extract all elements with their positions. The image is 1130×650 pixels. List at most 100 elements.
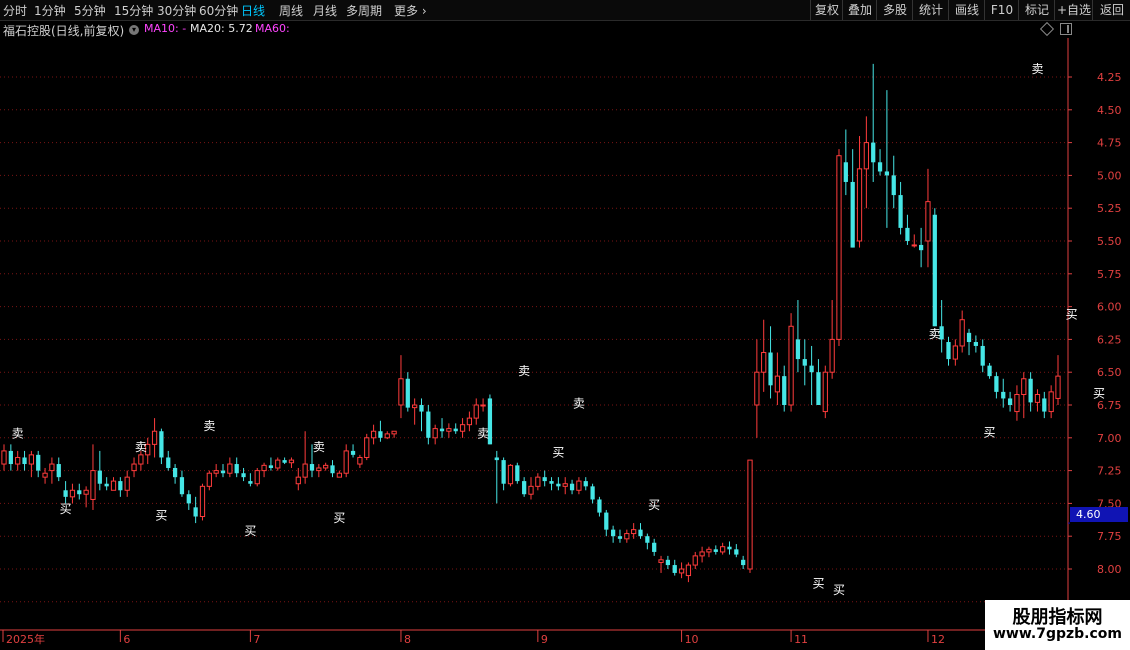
candle-body bbox=[159, 431, 164, 458]
buy-signal: 买 bbox=[552, 445, 564, 459]
candle-body bbox=[658, 559, 664, 563]
candle-body bbox=[357, 456, 363, 465]
candle-body bbox=[275, 459, 281, 469]
candle-body bbox=[747, 459, 753, 570]
y-tick-label: 5.50 bbox=[1097, 235, 1122, 248]
candle-body bbox=[973, 342, 978, 346]
candle-body bbox=[118, 481, 123, 491]
candle-body bbox=[638, 529, 643, 537]
candle-body bbox=[405, 378, 410, 408]
candle-body bbox=[528, 485, 534, 495]
candle-body bbox=[556, 483, 561, 487]
y-tick-label: 4.75 bbox=[1097, 137, 1122, 150]
candle-body bbox=[213, 470, 219, 474]
y-tick-label: 6.25 bbox=[1097, 333, 1122, 346]
y-tick-label: 5.75 bbox=[1097, 268, 1122, 281]
candle-body bbox=[186, 494, 191, 504]
candle-body bbox=[685, 564, 692, 577]
x-tick-label: 9 bbox=[541, 633, 548, 646]
candle-body bbox=[63, 490, 68, 497]
candle-body bbox=[501, 460, 506, 484]
candle-body bbox=[754, 371, 760, 406]
candle-body bbox=[1001, 391, 1006, 399]
candle-body bbox=[466, 417, 473, 426]
candle-body bbox=[83, 489, 89, 495]
buy-signal: 买 bbox=[1066, 308, 1078, 322]
candle-body bbox=[316, 467, 322, 472]
candle-body bbox=[590, 486, 595, 500]
candle-body bbox=[672, 565, 677, 573]
candle-body bbox=[959, 319, 965, 347]
candle-body bbox=[535, 476, 541, 487]
buy-signal: 买 bbox=[60, 502, 72, 516]
current-price-tag: 4.60 bbox=[1070, 507, 1128, 522]
candle-body bbox=[248, 481, 253, 484]
candle-body bbox=[446, 428, 452, 432]
candle-body bbox=[768, 352, 773, 386]
candle-body bbox=[288, 459, 295, 464]
x-tick-label: 10 bbox=[685, 633, 699, 646]
candle-body bbox=[42, 472, 48, 478]
candle-body bbox=[891, 175, 896, 196]
candle-body bbox=[254, 470, 260, 485]
y-tick-label: 4.50 bbox=[1097, 104, 1122, 117]
x-tick-label: 2025年 bbox=[6, 632, 45, 646]
candle-body bbox=[850, 181, 855, 248]
candle-body bbox=[611, 529, 616, 537]
candle-body bbox=[569, 483, 575, 491]
candle-body bbox=[398, 378, 404, 406]
candle-body bbox=[734, 549, 739, 555]
candle-body bbox=[22, 457, 27, 465]
candle-body bbox=[788, 325, 794, 406]
candle-body bbox=[761, 352, 767, 373]
candle-body bbox=[241, 473, 246, 478]
candle-body bbox=[583, 481, 588, 487]
candle-body bbox=[15, 456, 21, 465]
candle-body bbox=[863, 142, 869, 170]
candle-body bbox=[77, 490, 82, 495]
buy-signal: 买 bbox=[648, 498, 660, 512]
candle-body bbox=[713, 549, 718, 552]
candle-body bbox=[809, 365, 814, 373]
candle-body bbox=[877, 162, 883, 172]
candle-body bbox=[179, 477, 185, 495]
watermark-url: www.7gpzb.com bbox=[992, 626, 1122, 642]
candle-body bbox=[391, 430, 397, 435]
candle-body bbox=[432, 428, 438, 439]
candle-body bbox=[1048, 391, 1054, 413]
y-tick-label: 5.00 bbox=[1097, 169, 1122, 182]
candle-body bbox=[946, 342, 951, 360]
y-tick-label: 7.25 bbox=[1097, 465, 1122, 478]
candle-body bbox=[836, 155, 842, 340]
candle-body bbox=[720, 546, 726, 553]
candle-body bbox=[802, 359, 807, 366]
candle-body bbox=[295, 476, 301, 485]
candle-body bbox=[562, 483, 568, 487]
candle-body bbox=[131, 463, 137, 472]
candle-body bbox=[1042, 398, 1047, 412]
candle-body bbox=[336, 472, 342, 478]
candle-body bbox=[829, 338, 835, 373]
candle-body bbox=[576, 480, 582, 491]
candle-body bbox=[49, 463, 55, 472]
candle-body bbox=[439, 428, 445, 432]
sell-signal: 卖 bbox=[135, 440, 147, 454]
sell-signal: 卖 bbox=[313, 440, 325, 454]
candle-body bbox=[816, 372, 821, 405]
candle-body bbox=[706, 548, 712, 553]
candle-body bbox=[384, 433, 390, 439]
candle-body bbox=[1, 450, 7, 465]
candle-body bbox=[261, 464, 267, 472]
candle-body bbox=[220, 470, 226, 474]
candle-body bbox=[1014, 394, 1020, 413]
candle-body bbox=[843, 162, 848, 182]
candle-body bbox=[911, 244, 917, 247]
candle-body bbox=[727, 546, 732, 550]
candle-body bbox=[8, 450, 13, 465]
candle-body bbox=[652, 542, 657, 552]
candlestick-chart[interactable]: 8.007.757.507.257.006.756.506.256.005.75… bbox=[0, 0, 1130, 650]
y-tick-label: 7.75 bbox=[1097, 530, 1122, 543]
candle-body bbox=[624, 533, 630, 540]
buy-signal: 买 bbox=[833, 583, 845, 597]
y-tick-label: 4.25 bbox=[1097, 71, 1122, 84]
